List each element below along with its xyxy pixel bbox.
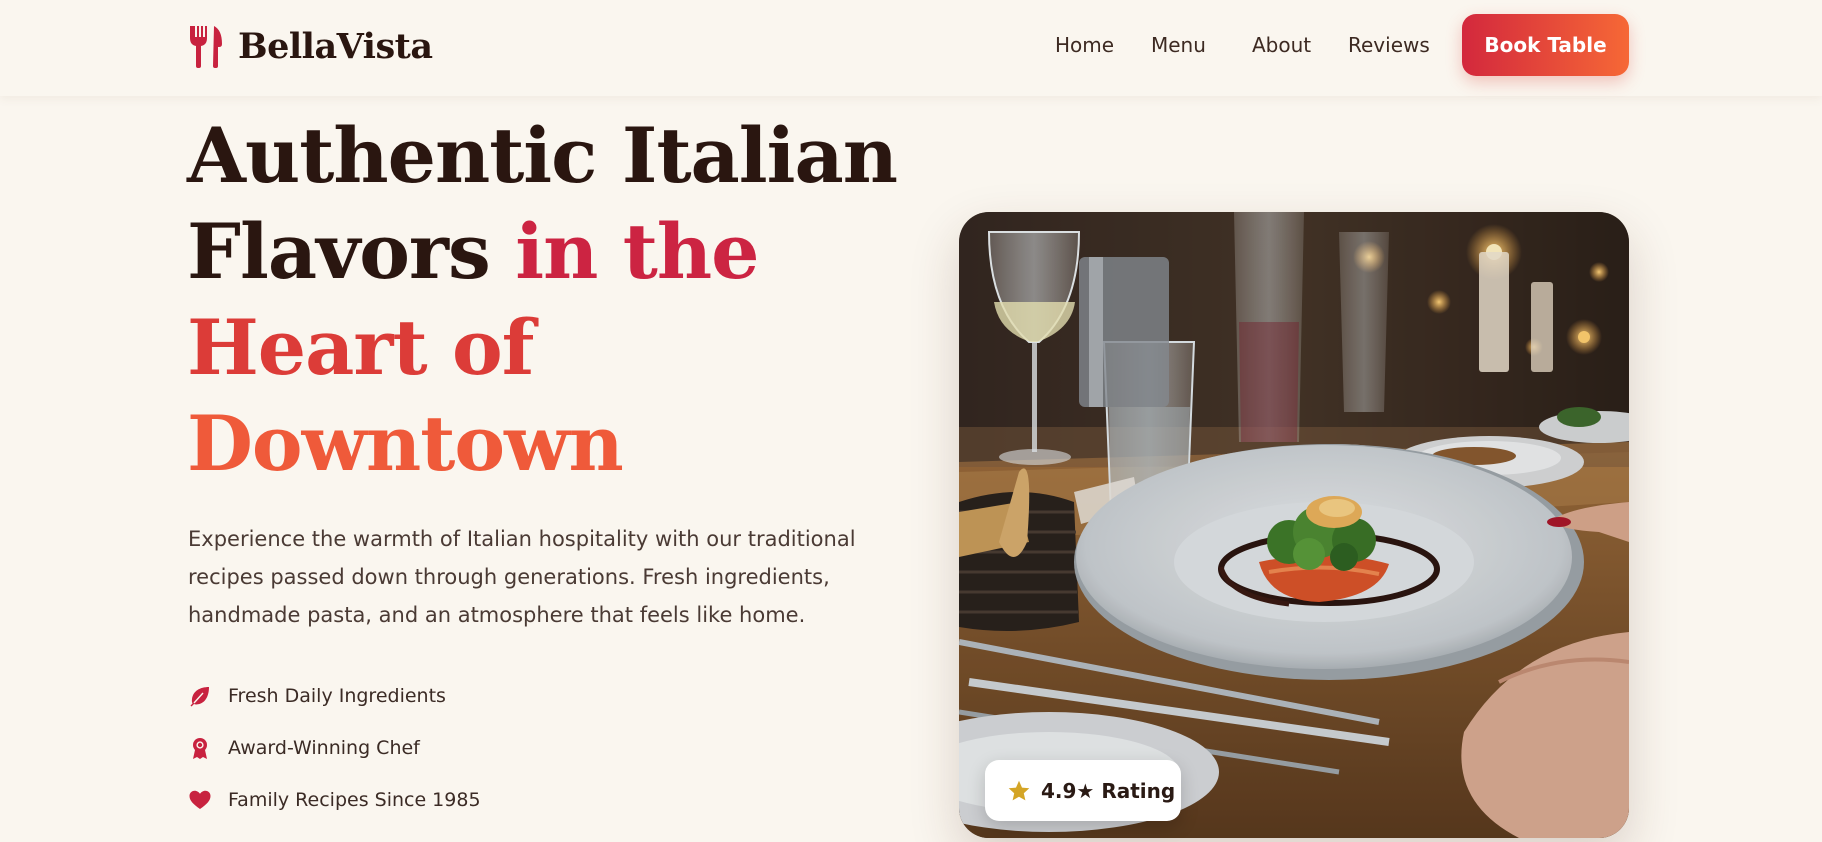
hero-title-line-2-accent: in the bbox=[515, 207, 759, 296]
book-table-button[interactable]: Book Table bbox=[1462, 14, 1629, 76]
restaurant-table-photo bbox=[959, 212, 1629, 838]
fork-knife-icon bbox=[190, 26, 222, 68]
brand-name: BellaVista bbox=[238, 25, 433, 67]
brand-logo[interactable]: BellaVista bbox=[188, 24, 433, 68]
hero-title-line-3: Heart of bbox=[187, 303, 534, 392]
feature-item: Award-Winning Chef bbox=[188, 722, 481, 774]
feature-label: Fresh Daily Ingredients bbox=[228, 685, 446, 707]
nav-link-reviews[interactable]: Reviews bbox=[1348, 31, 1430, 59]
nav-link-about[interactable]: About bbox=[1252, 31, 1348, 59]
rating-badge: 4.9★ Rating bbox=[985, 760, 1181, 821]
hero-title-line-1: Authentic Italian bbox=[187, 111, 898, 200]
nav-link-menu[interactable]: Menu bbox=[1151, 31, 1252, 59]
feature-item: Family Recipes Since 1985 bbox=[188, 774, 481, 826]
hero-title-line-4: Downtown bbox=[187, 399, 624, 488]
star-icon bbox=[1008, 780, 1030, 800]
rating-label: 4.9★ Rating bbox=[1041, 778, 1176, 803]
main-nav: Home Menu About Reviews bbox=[1055, 31, 1430, 59]
top-navbar: BellaVista Home Menu About Reviews Book … bbox=[0, 0, 1822, 96]
award-icon bbox=[193, 738, 207, 759]
nav-link-home[interactable]: Home bbox=[1055, 31, 1151, 59]
leaf-icon bbox=[190, 687, 209, 707]
feature-label: Family Recipes Since 1985 bbox=[228, 789, 481, 811]
feature-item: Fresh Daily Ingredients bbox=[188, 670, 481, 722]
feature-label: Award-Winning Chef bbox=[228, 737, 420, 759]
restaurant-photo bbox=[959, 212, 1629, 838]
hero-description: Experience the warmth of Italian hospita… bbox=[188, 527, 856, 627]
hero-title: Authentic Italian Flavors in the Heart o… bbox=[187, 108, 907, 492]
feature-list: Fresh Daily Ingredients Award-Winning Ch… bbox=[188, 670, 481, 826]
heart-icon bbox=[189, 790, 211, 809]
hero-title-line-2-plain: Flavors bbox=[187, 207, 516, 296]
